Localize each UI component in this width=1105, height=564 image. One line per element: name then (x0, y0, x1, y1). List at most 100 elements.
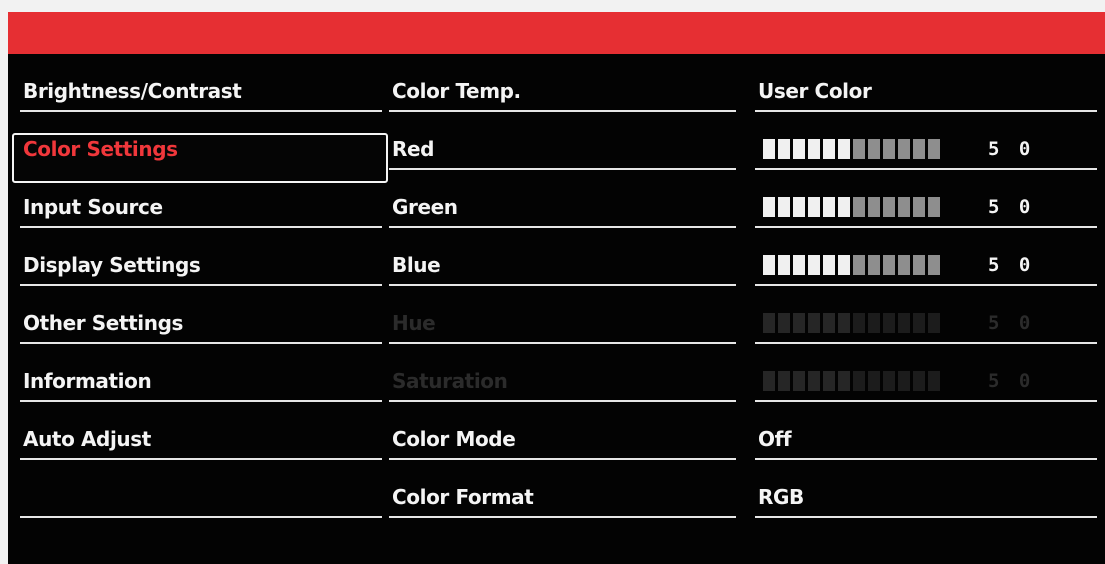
level-segment (898, 313, 910, 333)
setting-label: Blue (392, 253, 441, 277)
level-segment (898, 371, 910, 391)
setting-label: Saturation (392, 369, 508, 393)
menu-item-input-source[interactable]: Input Source (20, 170, 382, 228)
value-hue: 5 0 (755, 286, 1097, 344)
menu-item-empty (20, 460, 382, 518)
menu-item-color-settings[interactable]: Color Settings (20, 112, 382, 170)
menu-item-label: Brightness/Contrast (23, 79, 242, 103)
level-segment (883, 371, 895, 391)
setting-label: Color Format (392, 485, 534, 509)
setting-label: Color Temp. (392, 79, 521, 103)
setting-label: Green (392, 195, 458, 219)
level-segment (898, 197, 910, 217)
level-segment (928, 139, 940, 159)
level-segment (808, 371, 820, 391)
level-segment (763, 371, 775, 391)
level-segment (763, 139, 775, 159)
setting-hue: Hue (389, 286, 736, 344)
level-segment (763, 197, 775, 217)
value-color-mode[interactable]: Off (755, 402, 1097, 460)
setting-color-format[interactable]: Color Format (389, 460, 736, 518)
level-segment (913, 139, 925, 159)
level-segment (853, 371, 865, 391)
setting-green[interactable]: Green (389, 170, 736, 228)
level-segment (838, 313, 850, 333)
menu-item-label: Color Settings (23, 137, 178, 161)
row-divider (389, 516, 736, 518)
menu-item-brightness-contrast[interactable]: Brightness/Contrast (20, 54, 382, 112)
level-segment (793, 197, 805, 217)
osd-menu: Brightness/Contrast Color Settings Input… (8, 12, 1105, 564)
level-segment (928, 197, 940, 217)
level-segment (868, 313, 880, 333)
level-segment (808, 197, 820, 217)
level-segment (853, 255, 865, 275)
setting-blue[interactable]: Blue (389, 228, 736, 286)
red-level-slider[interactable] (763, 139, 943, 159)
menu-item-label: Other Settings (23, 311, 183, 335)
green-level-value: 5 0 (988, 196, 1035, 218)
level-segment (913, 197, 925, 217)
setting-saturation: Saturation (389, 344, 736, 402)
value-green[interactable]: 5 0 (755, 170, 1097, 228)
blue-level-value: 5 0 (988, 254, 1035, 276)
row-divider (20, 516, 382, 518)
level-segment (778, 197, 790, 217)
osd-header-bar (8, 12, 1105, 54)
value-saturation: 5 0 (755, 344, 1097, 402)
level-segment (838, 371, 850, 391)
hue-level-slider (763, 313, 943, 333)
menu-item-label: Display Settings (23, 253, 201, 277)
level-segment (778, 139, 790, 159)
level-segment (823, 197, 835, 217)
level-segment (793, 139, 805, 159)
level-segment (838, 255, 850, 275)
level-segment (823, 255, 835, 275)
green-level-slider[interactable] (763, 197, 943, 217)
level-segment (868, 197, 880, 217)
level-segment (793, 371, 805, 391)
level-segment (823, 371, 835, 391)
level-segment (853, 313, 865, 333)
menu-item-information[interactable]: Information (20, 344, 382, 402)
value-text: User Color (758, 79, 872, 103)
saturation-level-slider (763, 371, 943, 391)
level-segment (823, 139, 835, 159)
setting-label: Red (392, 137, 435, 161)
level-segment (868, 139, 880, 159)
level-segment (853, 197, 865, 217)
menu-item-display-settings[interactable]: Display Settings (20, 228, 382, 286)
value-blue[interactable]: 5 0 (755, 228, 1097, 286)
blue-level-slider[interactable] (763, 255, 943, 275)
setting-color-temp[interactable]: Color Temp. (389, 54, 736, 112)
level-segment (898, 255, 910, 275)
setting-label: Hue (392, 311, 436, 335)
level-segment (823, 313, 835, 333)
level-segment (883, 139, 895, 159)
level-segment (913, 313, 925, 333)
value-text: Off (758, 427, 792, 451)
level-segment (853, 139, 865, 159)
value-text: RGB (758, 485, 804, 509)
level-segment (778, 255, 790, 275)
level-segment (883, 255, 895, 275)
setting-color-mode[interactable]: Color Mode (389, 402, 736, 460)
level-segment (763, 255, 775, 275)
level-segment (868, 255, 880, 275)
level-segment (808, 255, 820, 275)
level-segment (883, 313, 895, 333)
level-segment (928, 313, 940, 333)
value-red[interactable]: 5 0 (755, 112, 1097, 170)
level-segment (808, 139, 820, 159)
menu-item-auto-adjust[interactable]: Auto Adjust (20, 402, 382, 460)
level-segment (778, 371, 790, 391)
setting-red[interactable]: Red (389, 112, 736, 170)
value-color-format[interactable]: RGB (755, 460, 1097, 518)
menu-item-label: Auto Adjust (23, 427, 151, 451)
value-color-temp[interactable]: User Color (755, 54, 1097, 112)
setting-label: Color Mode (392, 427, 516, 451)
level-segment (883, 197, 895, 217)
menu-item-label: Input Source (23, 195, 163, 219)
saturation-level-value: 5 0 (988, 370, 1035, 392)
menu-item-other-settings[interactable]: Other Settings (20, 286, 382, 344)
